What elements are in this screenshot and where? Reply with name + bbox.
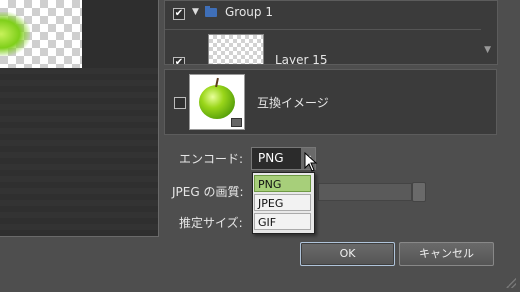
expand-triangle-icon[interactable]: ▼ (192, 7, 199, 17)
layers-panel: ✔ ▼ Group 1 ✔ Layer 15 ▼ (164, 0, 498, 65)
layer-visibility-checkbox[interactable]: ✔ (173, 57, 185, 64)
compat-thumbnail (189, 74, 245, 130)
cancel-button[interactable]: キャンセル (399, 242, 494, 266)
compat-image-row[interactable]: 互換イメージ (164, 69, 497, 135)
group-visibility-checkbox[interactable]: ✔ (173, 8, 185, 20)
encode-dropdown-list: PNG JPEG GIF (252, 172, 315, 234)
layer-group-row[interactable]: ✔ ▼ Group 1 (165, 1, 481, 30)
ok-button[interactable]: OK (300, 242, 395, 266)
preview-image-fragment (0, 12, 30, 56)
mouse-cursor-icon (304, 152, 318, 172)
resize-grip-icon[interactable] (506, 278, 516, 288)
dropdown-option-png[interactable]: PNG (254, 175, 311, 192)
folder-icon (205, 6, 217, 17)
preview-background (0, 68, 158, 236)
scroll-down-icon[interactable]: ▼ (484, 45, 491, 55)
apple-image (199, 85, 235, 119)
jpeg-quality-slider-thumb[interactable] (412, 182, 426, 202)
encode-label: エンコード: (179, 152, 244, 166)
preview-pane (0, 0, 159, 237)
jpeg-quality-label: JPEG の画質: (172, 185, 244, 199)
compat-image-label: 互換イメージ (257, 96, 329, 110)
jpeg-quality-slider[interactable] (318, 183, 412, 201)
compat-image-checkbox[interactable] (174, 97, 186, 109)
estimated-size-label: 推定サイズ: (179, 216, 243, 230)
image-badge-icon (231, 118, 242, 127)
group-label: Group 1 (225, 5, 273, 19)
dropdown-option-jpeg[interactable]: JPEG (254, 194, 311, 211)
layer-label: Layer 15 (275, 53, 328, 65)
dropdown-option-gif[interactable]: GIF (254, 213, 311, 230)
encode-select-value: PNG (258, 151, 284, 165)
layer-thumbnail (208, 34, 264, 64)
